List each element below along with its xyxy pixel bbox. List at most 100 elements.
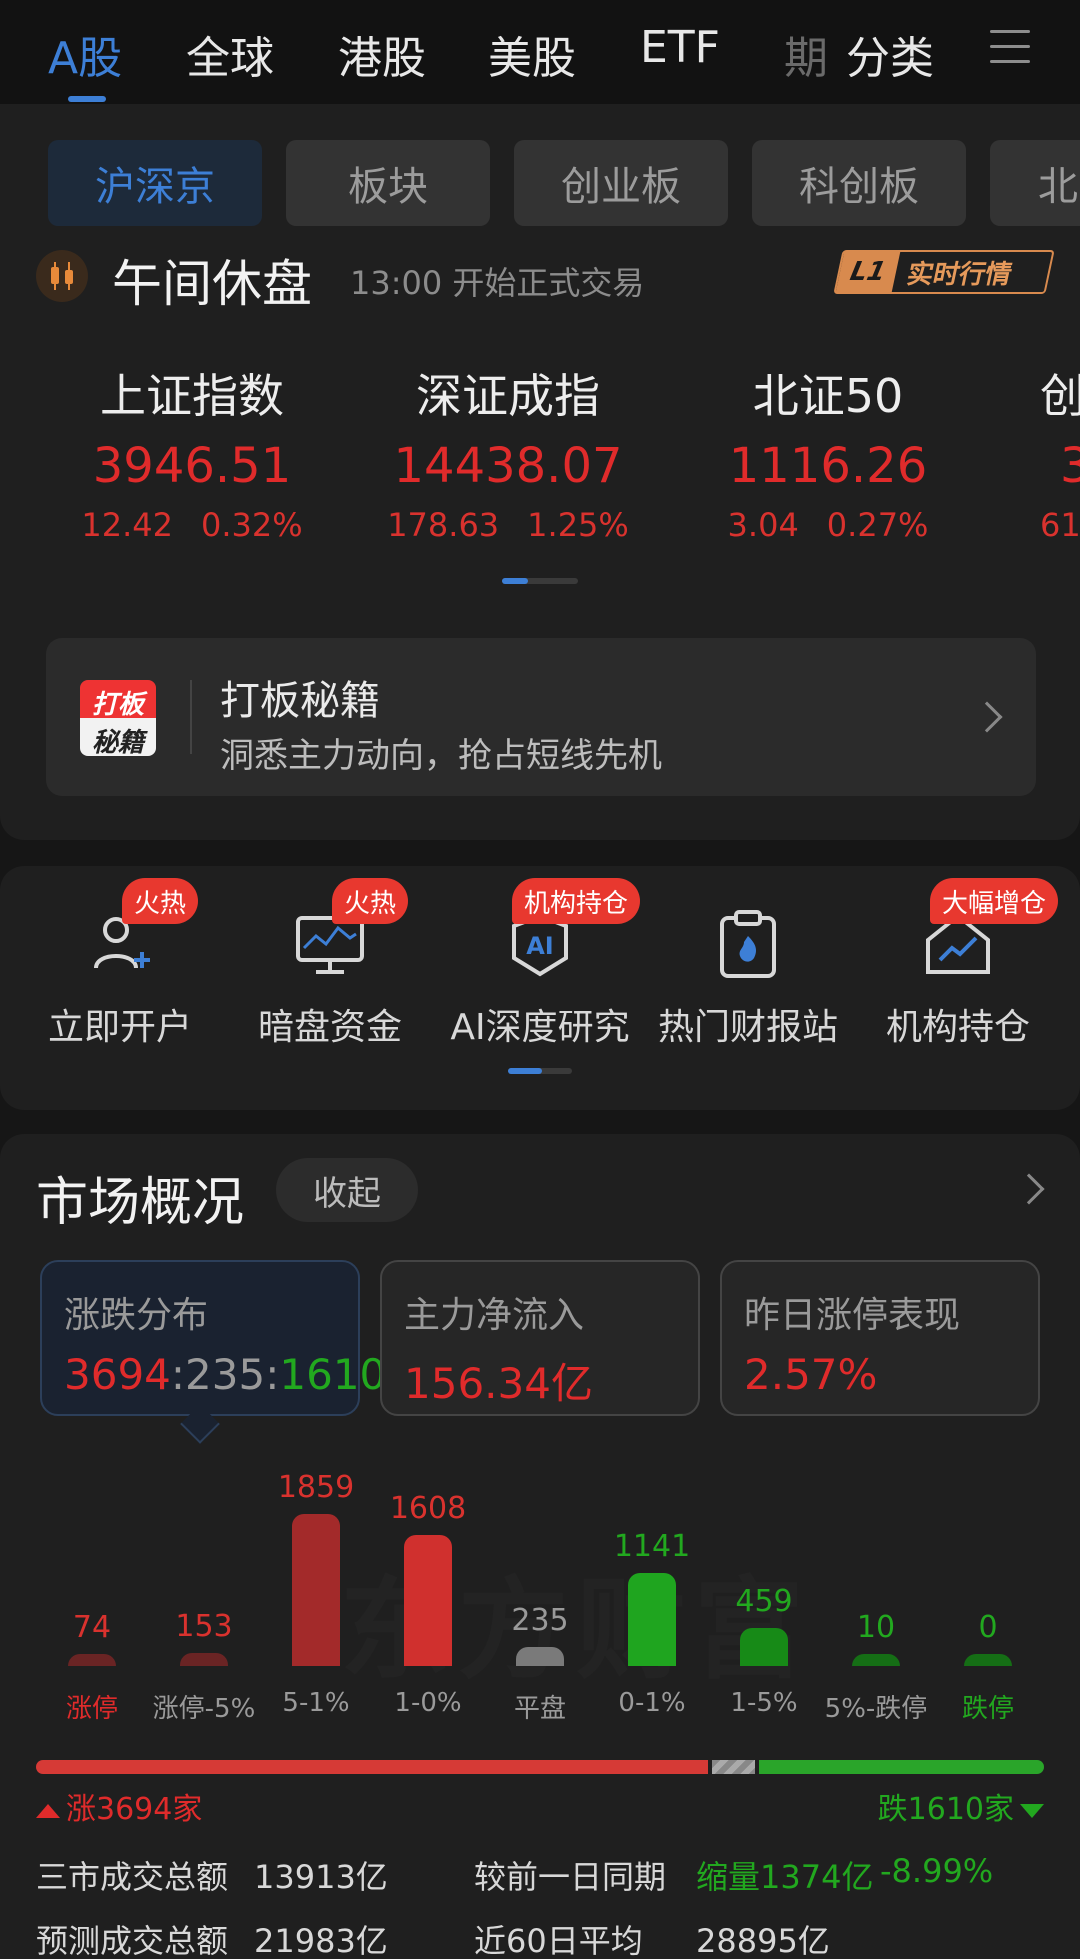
stat-label: 昨日涨停表现 bbox=[744, 1295, 961, 1336]
tab-us[interactable]: 美股 bbox=[488, 22, 576, 86]
forecast-label: 预测成交总额 bbox=[36, 1922, 229, 1959]
distribution-flat-segment bbox=[712, 1760, 755, 1774]
chart-value-label: 459 bbox=[735, 1584, 793, 1619]
chart-value-label: 10 bbox=[856, 1610, 896, 1645]
l1-realtime-badge[interactable]: L1 实时行情 bbox=[833, 250, 1055, 294]
active-tab-indicator bbox=[68, 96, 106, 102]
quick-entry-earnings[interactable]: 热门财报站 bbox=[648, 900, 848, 1050]
chart-value-label: 74 bbox=[72, 1610, 112, 1645]
index-bse50[interactable]: 北证50 1116.26 3.04 0.27% bbox=[698, 360, 958, 544]
stat-distribution[interactable]: 涨跌分布 3694:235:1610 bbox=[40, 1260, 386, 1416]
index-change-abs: 178.63 bbox=[387, 506, 500, 544]
quick-entry-open-account[interactable]: 立即开户 bbox=[20, 900, 220, 1050]
pill-star[interactable]: 科创板 bbox=[752, 140, 966, 226]
chart-bar bbox=[740, 1628, 788, 1666]
index-change-pct: 0.32% bbox=[200, 506, 303, 544]
menu-icon[interactable] bbox=[990, 30, 1030, 66]
candlestick-icon bbox=[36, 250, 88, 302]
distribution-up-segment bbox=[36, 1760, 708, 1774]
chart-bar bbox=[628, 1573, 676, 1666]
pill-chinext[interactable]: 创业板 bbox=[514, 140, 728, 226]
index-name: 北证50 bbox=[752, 369, 904, 423]
market-overview-title: 市场概况 bbox=[36, 1173, 245, 1233]
chart-bar bbox=[68, 1654, 116, 1666]
promo-logo: 打板 秘籍 bbox=[80, 680, 156, 758]
stat-main-inflow[interactable]: 主力净流入 156.34亿 bbox=[380, 1260, 700, 1416]
index-change: 12.42 0.32% bbox=[62, 506, 322, 544]
index-change-pct: 1.25% bbox=[527, 506, 629, 544]
stat-value: 156.34亿 bbox=[404, 1359, 593, 1408]
chart-value-label: 1859 bbox=[277, 1470, 355, 1505]
chevron-right-icon bbox=[971, 701, 1003, 733]
stat-limit-up-performance[interactable]: 昨日涨停表现 2.57% bbox=[720, 1260, 1040, 1416]
hot-badge: 火热 bbox=[122, 878, 199, 924]
stat-label: 涨跌分布 bbox=[64, 1295, 209, 1336]
compare-label: 较前一日同期 bbox=[474, 1858, 667, 1896]
chart-bar bbox=[516, 1647, 564, 1666]
compare-pct: -8.99% bbox=[880, 1852, 994, 1890]
arrow-down-icon bbox=[1020, 1803, 1044, 1818]
chart-value-label: 0 bbox=[978, 1610, 998, 1645]
index-szse[interactable]: 深证成指 14438.07 178.63 1.25% bbox=[378, 360, 638, 544]
up-count-label: 涨3694家 bbox=[36, 1784, 202, 1828]
chart-value-label: 1608 bbox=[389, 1491, 467, 1526]
tab-futures[interactable]: 期 bbox=[784, 22, 828, 86]
promo-subtitle: 洞悉主力动向，抢占短线先机 bbox=[220, 736, 662, 776]
avg60-label: 近60日平均 bbox=[474, 1922, 643, 1959]
index-value: 1116.26 bbox=[728, 438, 928, 494]
tab-hk[interactable]: 港股 bbox=[338, 22, 426, 86]
chart-value-label: 235 bbox=[511, 1603, 569, 1638]
promo-title: 打板秘籍 bbox=[220, 678, 380, 724]
pill-sectors[interactable]: 板块 bbox=[286, 140, 490, 226]
index-chinext-partial[interactable]: 创 3 61. bbox=[1040, 360, 1080, 544]
index-scroll-thumb bbox=[502, 578, 528, 584]
index-sse[interactable]: 上证指数 3946.51 12.42 0.32% bbox=[62, 360, 322, 544]
index-name: 创 bbox=[1040, 369, 1080, 423]
index-change-pct: 0.27% bbox=[826, 506, 929, 544]
stat-value: 2.57% bbox=[744, 1350, 878, 1399]
collapse-button[interactable]: 收起 bbox=[276, 1158, 418, 1222]
quick-entry-dark-pool[interactable]: 暗盘资金 bbox=[230, 900, 430, 1050]
chart-category-label: 跌停 bbox=[961, 1694, 1014, 1724]
chart-bar bbox=[180, 1653, 228, 1666]
index-change-abs: 61. bbox=[1040, 506, 1080, 544]
distribution-down-segment bbox=[759, 1760, 1044, 1774]
quick-entry-label: 暗盘资金 bbox=[257, 1007, 402, 1048]
promo-logo-bottom: 秘籍 bbox=[91, 728, 144, 758]
chart-bar bbox=[404, 1535, 452, 1666]
market-status-title: 午间休盘 bbox=[112, 255, 312, 313]
promo-banner[interactable]: 打板 秘籍 打板秘籍 洞悉主力动向，抢占短线先机 bbox=[46, 638, 1036, 796]
turnover-label: 三市成交总额 bbox=[36, 1858, 229, 1896]
stat-value: 3694:235:1610 bbox=[64, 1350, 386, 1399]
tab-etf[interactable]: ETF bbox=[640, 22, 720, 73]
chart-value-label: 153 bbox=[175, 1609, 233, 1644]
institution-badge: 机构持仓 bbox=[512, 878, 641, 924]
quick-entry-label: 立即开户 bbox=[47, 1007, 192, 1048]
index-name: 上证指数 bbox=[100, 369, 284, 423]
separator: : bbox=[170, 1350, 186, 1399]
down-count-value: 1610 bbox=[279, 1350, 387, 1399]
tab-a-shares[interactable]: A股 bbox=[48, 22, 122, 86]
increase-badge: 大幅增仓 bbox=[930, 878, 1059, 924]
index-change-abs: 12.42 bbox=[81, 506, 173, 544]
chart-value-label: 1141 bbox=[613, 1529, 691, 1564]
promo-divider bbox=[190, 680, 192, 754]
turnover-value: 13913亿 bbox=[254, 1858, 388, 1896]
tab-global[interactable]: 全球 bbox=[186, 22, 274, 86]
chart-bar bbox=[852, 1654, 900, 1666]
index-change: 3.04 0.27% bbox=[698, 506, 958, 544]
compare-value: 缩量1374亿 bbox=[696, 1858, 874, 1896]
pill-bj[interactable]: 北 bbox=[990, 140, 1080, 226]
index-change: 61. bbox=[1040, 506, 1080, 544]
hot-badge: 火热 bbox=[332, 878, 409, 924]
pill-shsz[interactable]: 沪深京 bbox=[48, 140, 262, 226]
chart-bar bbox=[292, 1514, 340, 1666]
l1-label: L1 bbox=[835, 252, 901, 292]
separator: : bbox=[265, 1350, 280, 1399]
quick-entry-label: 机构持仓 bbox=[885, 1007, 1030, 1048]
avg60-value: 28895亿 bbox=[696, 1922, 830, 1959]
tab-categories[interactable]: 分类 bbox=[840, 22, 934, 86]
index-value: 3946.51 bbox=[92, 438, 292, 494]
market-tab-bar: A股 全球 港股 美股 ETF 期 分类 bbox=[0, 0, 1080, 104]
realtime-label: 实时行情 bbox=[904, 259, 1015, 290]
